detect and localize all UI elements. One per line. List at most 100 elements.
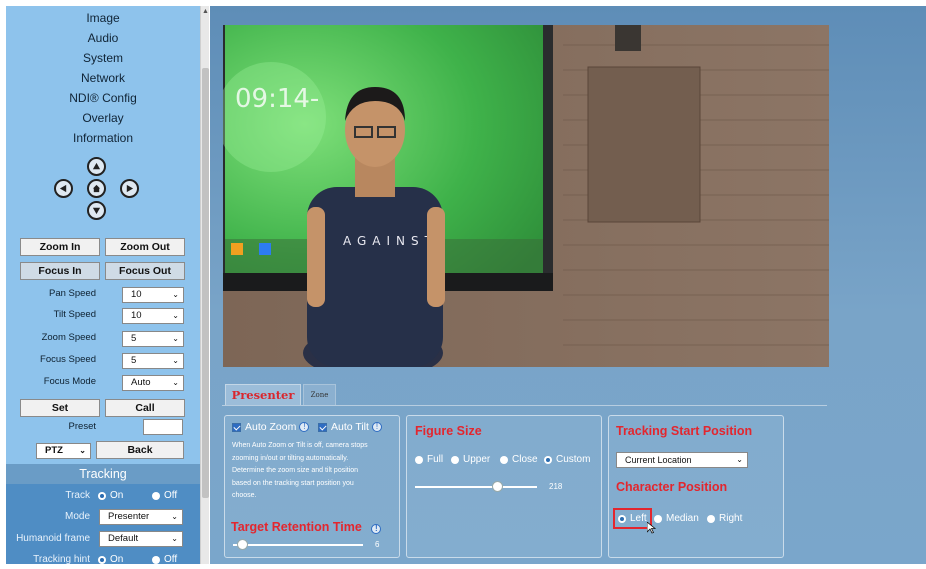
- focus-speed-value: 5: [131, 355, 137, 366]
- ptz-mode-select[interactable]: PTZ ⌄: [36, 443, 91, 459]
- main-panel: 09:14- AGAINST Presenter Zone Auto Zoom …: [210, 6, 926, 564]
- tab-presenter[interactable]: Presenter: [225, 384, 301, 406]
- chevron-down-icon: ⌄: [172, 378, 179, 387]
- menu-item-ndi-config[interactable]: NDI® Config: [6, 88, 200, 108]
- char-pos-left-radio[interactable]: Left: [613, 508, 652, 529]
- help-line: When Auto Zoom or Tilt is off, camera st…: [232, 442, 368, 449]
- radio-icon: [152, 491, 160, 500]
- set-preset-button[interactable]: Set: [20, 399, 100, 417]
- ptz-home-button[interactable]: [87, 179, 106, 198]
- camera-preview[interactable]: 09:14- AGAINST: [223, 25, 829, 367]
- help-line: Determine the zoom size and tilt positio…: [232, 467, 359, 474]
- figure-size-close-radio[interactable]: Close: [500, 454, 538, 465]
- preset-label: Preset: [68, 421, 96, 432]
- mode-label: Mode: [64, 511, 90, 522]
- info-icon[interactable]: !: [299, 422, 310, 432]
- retention-title-text: Target Retention Time: [231, 520, 362, 534]
- tracking-start-select[interactable]: Current Location ⌄: [616, 452, 748, 468]
- track-on-radio[interactable]: On: [98, 490, 123, 501]
- home-icon: [92, 184, 101, 193]
- radio-icon: [152, 555, 160, 564]
- sidebar-scrollbar[interactable]: ▲: [200, 6, 209, 564]
- zoom-in-button[interactable]: Zoom In: [20, 238, 100, 256]
- camera-feed-image: 09:14- AGAINST: [223, 25, 829, 367]
- tracking-mode-select[interactable]: Presenter ⌄: [99, 509, 183, 525]
- pan-speed-label: Pan Speed: [48, 288, 96, 299]
- track-off-radio[interactable]: Off: [152, 490, 177, 501]
- chevron-down-icon: ⌄: [172, 334, 179, 343]
- call-preset-button[interactable]: Call: [105, 399, 185, 417]
- focus-speed-label: Focus Speed: [40, 354, 96, 365]
- tracking-mode-value: Presenter: [108, 511, 150, 522]
- auto-tilt-checkbox[interactable]: Auto Tilt !: [318, 421, 382, 433]
- track-on-label: On: [110, 490, 124, 501]
- char-pos-median-radio[interactable]: Median: [654, 513, 699, 524]
- tilt-speed-select[interactable]: 10 ⌄: [122, 308, 184, 324]
- focus-out-button[interactable]: Focus Out: [105, 262, 185, 280]
- menu-item-audio[interactable]: Audio: [6, 28, 200, 48]
- sidebar: Image Audio System Network NDI® Config O…: [6, 6, 200, 564]
- ptz-left-button[interactable]: [54, 179, 73, 198]
- figure-size-full-radio[interactable]: Full: [415, 454, 443, 465]
- auto-zoom-panel: Auto Zoom ! Auto Tilt ! When Auto Zoom o…: [224, 415, 400, 558]
- radio-icon: [500, 455, 508, 464]
- menu-item-overlay[interactable]: Overlay: [6, 108, 200, 128]
- zoom-out-button[interactable]: Zoom Out: [105, 238, 185, 256]
- chevron-down-icon: ⌄: [172, 311, 179, 320]
- menu-item-image[interactable]: Image: [6, 8, 200, 28]
- hint-off-radio[interactable]: Off: [152, 554, 177, 564]
- figure-size-value: 218: [549, 482, 563, 491]
- humanoid-frame-select[interactable]: Default ⌄: [99, 531, 183, 547]
- ptz-down-button[interactable]: [87, 201, 106, 220]
- focus-mode-select[interactable]: Auto ⌄: [122, 375, 184, 391]
- option-label: Custom: [556, 454, 591, 465]
- zoom-speed-select[interactable]: 5 ⌄: [122, 331, 184, 347]
- scroll-up-icon: ▲: [202, 8, 209, 15]
- tracking-section: Track On Off Mode Presenter ⌄ Humanoid fr…: [6, 484, 200, 564]
- preset-input[interactable]: [143, 419, 183, 435]
- retention-slider-thumb[interactable]: [237, 539, 249, 550]
- menu-item-information[interactable]: Information: [6, 128, 200, 148]
- tracking-section-header[interactable]: Tracking: [6, 464, 200, 484]
- tracking-hint-label: Tracking hint: [33, 554, 90, 564]
- zoom-speed-label: Zoom Speed: [41, 332, 96, 343]
- retention-slider[interactable]: [233, 544, 363, 546]
- track-label: Track: [65, 490, 90, 501]
- radio-selected-icon: [98, 491, 106, 500]
- info-icon[interactable]: !: [371, 524, 382, 534]
- tab-zone[interactable]: Zone: [303, 384, 336, 406]
- focus-mode-value: Auto: [131, 377, 151, 388]
- radio-icon: [451, 455, 459, 464]
- hint-off-label: Off: [164, 554, 178, 564]
- auto-zoom-checkbox[interactable]: Auto Zoom !: [232, 421, 310, 433]
- arrow-up-icon: [92, 162, 101, 170]
- app-root: Image Audio System Network NDI® Config O…: [0, 0, 926, 569]
- info-icon[interactable]: !: [371, 422, 382, 432]
- figure-size-upper-radio[interactable]: Upper: [451, 454, 490, 465]
- chevron-down-icon: ⌄: [736, 455, 743, 464]
- help-line: choose.: [232, 492, 257, 499]
- scrollbar-thumb[interactable]: [202, 68, 209, 498]
- pan-speed-select[interactable]: 10 ⌄: [122, 287, 184, 303]
- help-line: based on the tracking start position you: [232, 479, 354, 487]
- ptz-mode-value: PTZ: [45, 445, 63, 456]
- hint-on-radio[interactable]: On: [98, 554, 123, 564]
- focus-speed-select[interactable]: 5 ⌄: [122, 353, 184, 369]
- menu-item-network[interactable]: Network: [6, 68, 200, 88]
- menu-item-system[interactable]: System: [6, 48, 200, 68]
- ptz-up-button[interactable]: [87, 157, 106, 176]
- focus-in-button[interactable]: Focus In: [20, 262, 100, 280]
- tilt-speed-value: 10: [131, 310, 142, 321]
- back-button[interactable]: Back: [96, 441, 184, 459]
- mouse-cursor-icon: [647, 522, 656, 534]
- char-pos-right-radio[interactable]: Right: [707, 513, 742, 524]
- track-off-label: Off: [164, 490, 178, 501]
- figure-size-custom-radio[interactable]: Custom: [544, 454, 590, 465]
- radio-selected-icon: [98, 555, 106, 564]
- ptz-right-button[interactable]: [120, 179, 139, 198]
- hint-on-label: On: [110, 554, 124, 564]
- figure-size-slider-thumb[interactable]: [491, 481, 503, 492]
- chevron-down-icon: ⌄: [172, 356, 179, 365]
- tracking-start-panel: Tracking Start Position Current Location…: [608, 415, 784, 558]
- figure-size-slider[interactable]: [415, 486, 537, 488]
